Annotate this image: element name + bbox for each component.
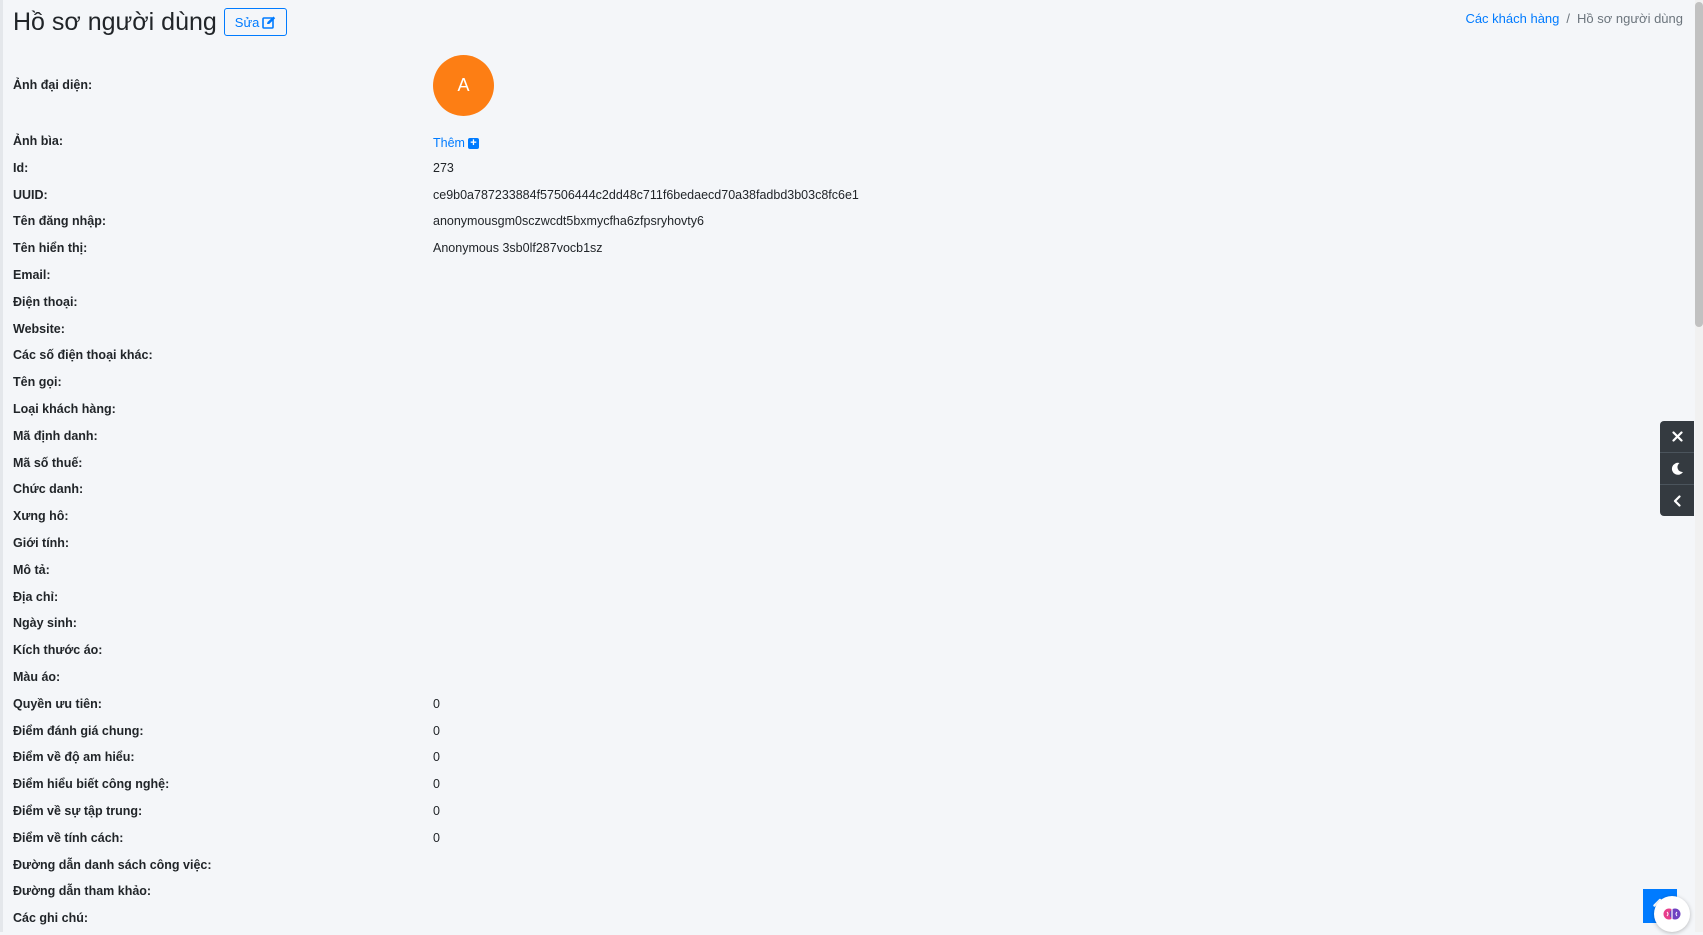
field-label: Xưng hô: xyxy=(13,509,69,524)
field-row: Xưng hô: xyxy=(13,506,1013,533)
add-cover-link[interactable]: Thêm + xyxy=(433,136,479,150)
field-value: 0 xyxy=(433,830,440,845)
field-row: Các ghi chú: xyxy=(13,908,1013,935)
field-row: Đường dẫn danh sách công việc: xyxy=(13,855,1013,882)
moon-icon xyxy=(1671,462,1683,475)
edit-button-label: Sửa xyxy=(234,14,260,30)
assistant-widget-button[interactable] xyxy=(1654,896,1690,932)
field-label: Địa chỉ: xyxy=(13,589,59,604)
left-edge xyxy=(0,0,3,932)
field-value: ce9b0a787233884f57506444c2dd48c711f6beda… xyxy=(433,187,859,202)
field-row: Tên hiển thị: Anonymous 3sb0lf287vocb1sz xyxy=(13,238,1013,265)
add-cover-label: Thêm xyxy=(433,136,465,150)
cover-label: Ảnh bìa: xyxy=(13,134,63,148)
field-row: Điện thoại: xyxy=(13,292,1013,319)
field-value: Anonymous 3sb0lf287vocb1sz xyxy=(433,241,603,256)
scrollbar-thumb[interactable] xyxy=(1695,2,1703,327)
field-value: 0 xyxy=(433,777,440,792)
field-value: 0 xyxy=(433,723,440,738)
field-label: Điểm hiểu biết công nghệ: xyxy=(13,777,170,792)
field-label: Các số điện thoại khác: xyxy=(13,348,153,363)
field-row: Quyền ưu tiên: 0 xyxy=(13,694,1013,721)
avatar[interactable]: A xyxy=(433,55,494,116)
field-label: Loại khách hàng: xyxy=(13,401,116,416)
field-value: 0 xyxy=(433,696,440,711)
field-row: Điểm về độ am hiểu: 0 xyxy=(13,747,1013,774)
field-label: Email: xyxy=(13,267,51,282)
field-row: Các số điện thoại khác: xyxy=(13,345,1013,372)
page-title: Hồ sơ người dùng xyxy=(13,8,217,36)
field-label: Đường dẫn tham khảo: xyxy=(13,884,152,899)
field-label: Điểm đánh giá chung: xyxy=(13,723,144,738)
breadcrumb: Các khách hàng / Hồ sơ người dùng xyxy=(1465,11,1683,26)
field-row: Kích thước áo: xyxy=(13,640,1013,667)
field-label: Website: xyxy=(13,321,65,336)
field-label: Điểm về tính cách: xyxy=(13,830,124,845)
field-row: Điểm đánh giá chung: 0 xyxy=(13,721,1013,748)
field-label: Chức danh: xyxy=(13,482,84,497)
field-row: Mô tả: xyxy=(13,560,1013,587)
cover-row: Ảnh bìa: Thêm + xyxy=(13,131,1013,158)
field-label: Kích thước áo: xyxy=(13,643,103,658)
field-row: Giới tính: xyxy=(13,533,1013,560)
page-header: Hồ sơ người dùng Sửa xyxy=(13,7,288,37)
brain-icon xyxy=(1663,908,1681,920)
field-row: Mã định danh: xyxy=(13,426,1013,453)
field-label: Mã số thuế: xyxy=(13,455,83,470)
field-row: Điểm hiểu biết công nghệ: 0 xyxy=(13,774,1013,801)
field-value: 273 xyxy=(433,160,454,175)
field-row: Mã số thuế: xyxy=(13,453,1013,480)
breadcrumb-customers-link[interactable]: Các khách hàng xyxy=(1465,11,1559,26)
field-label: Điểm về độ am hiểu: xyxy=(13,750,135,765)
field-label: Đường dẫn danh sách công việc: xyxy=(13,857,212,872)
field-label: Id: xyxy=(13,160,29,175)
field-value: anonymousgm0sczwcdt5bxmycfha6zfpsryhovty… xyxy=(433,214,704,229)
field-row: Tên gọi: xyxy=(13,372,1013,399)
breadcrumb-current: Hồ sơ người dùng xyxy=(1577,11,1683,26)
avatar-row: Ảnh đại diện: A xyxy=(13,55,1013,116)
close-icon xyxy=(1671,431,1683,442)
edit-icon xyxy=(262,16,276,29)
avatar-label: Ảnh đại diện: xyxy=(13,78,93,92)
field-value: 0 xyxy=(433,803,440,818)
page-scrollbar[interactable] xyxy=(1695,0,1703,932)
field-label: Tên gọi: xyxy=(13,375,62,390)
field-value: 0 xyxy=(433,750,440,765)
plus-square-icon: + xyxy=(467,137,479,149)
field-label: Mô tả: xyxy=(13,562,50,577)
field-label: Các ghi chú: xyxy=(13,911,89,926)
breadcrumb-separator: / xyxy=(1566,11,1571,26)
field-row: Tên đăng nhập: anonymousgm0sczwcdt5bxmycf… xyxy=(13,211,1013,238)
field-label: Tên đăng nhập: xyxy=(13,214,107,229)
field-label: Màu áo: xyxy=(13,669,61,684)
field-row: Điểm về tính cách: 0 xyxy=(13,828,1013,855)
field-label: Mã định danh: xyxy=(13,428,98,443)
field-row: Website: xyxy=(13,319,1013,346)
field-row: Địa chỉ: xyxy=(13,587,1013,614)
field-label: UUID: xyxy=(13,187,48,202)
dark-mode-button[interactable] xyxy=(1660,453,1694,485)
floating-toolbar xyxy=(1660,421,1694,516)
field-row: Điểm về sự tập trung: 0 xyxy=(13,801,1013,828)
collapse-tools-button[interactable] xyxy=(1660,485,1694,516)
field-row: UUID: ce9b0a787233884f57506444c2dd48c711f… xyxy=(13,185,1013,212)
profile-fields: Ảnh bìa: Thêm + Id: 273 UUID: ce9b0a7872338… xyxy=(13,131,1013,935)
field-label: Tên hiển thị: xyxy=(13,241,88,256)
field-label: Quyền ưu tiên: xyxy=(13,696,102,711)
field-row: Ngày sinh: xyxy=(13,613,1013,640)
field-row: Màu áo: xyxy=(13,667,1013,694)
field-label: Giới tính: xyxy=(13,535,70,550)
field-row: Loại khách hàng: xyxy=(13,399,1013,426)
chevron-left-icon xyxy=(1673,494,1681,507)
field-row: Chức danh: xyxy=(13,479,1013,506)
field-row: Id: 273 xyxy=(13,158,1013,185)
field-row: Email: xyxy=(13,265,1013,292)
edit-button[interactable]: Sửa xyxy=(223,8,288,36)
field-label: Ngày sinh: xyxy=(13,616,77,631)
close-tools-button[interactable] xyxy=(1660,421,1694,453)
field-label: Điểm về sự tập trung: xyxy=(13,803,143,818)
field-label: Điện thoại: xyxy=(13,294,78,309)
field-row: Đường dẫn tham khảo: xyxy=(13,881,1013,908)
